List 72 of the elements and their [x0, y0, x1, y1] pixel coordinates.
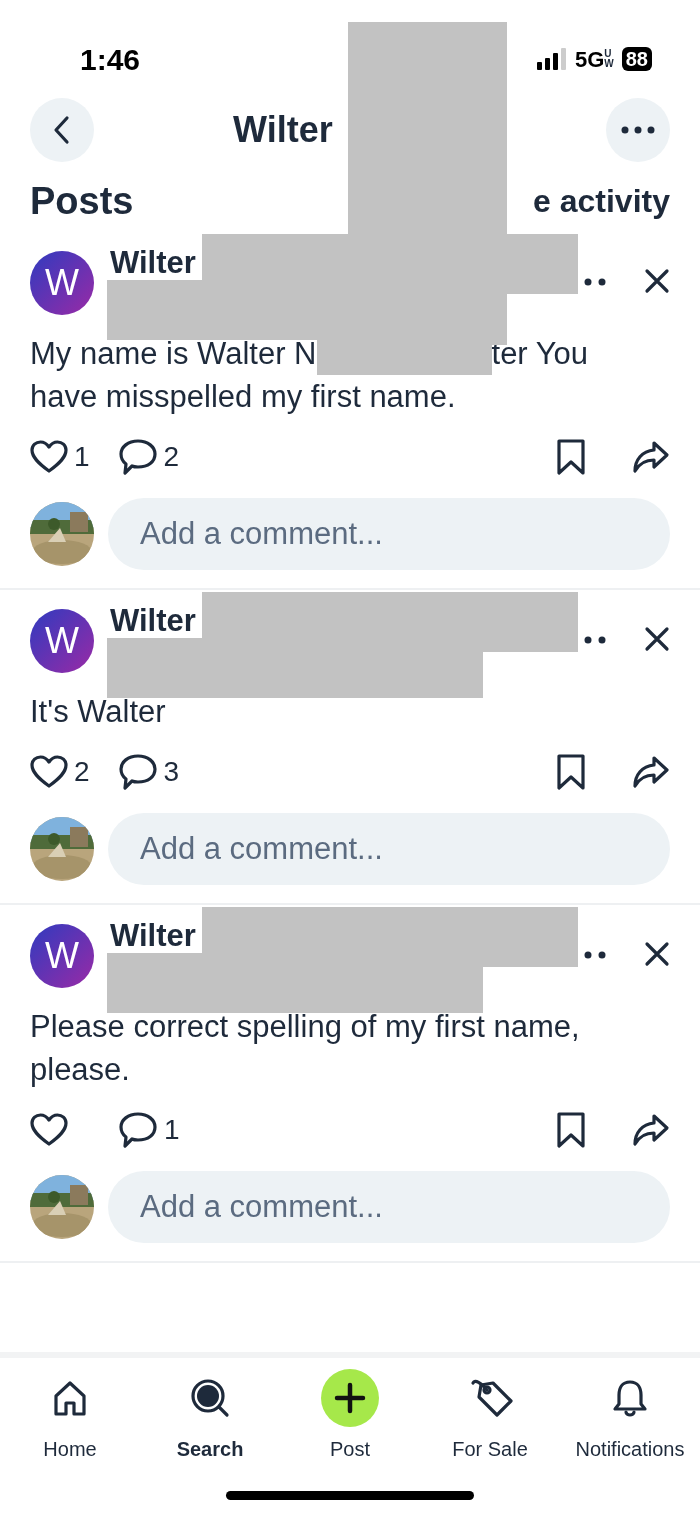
more-button[interactable] [584, 278, 608, 286]
close-icon [644, 268, 670, 294]
avatar: W [30, 251, 94, 315]
plus-icon [321, 1369, 379, 1427]
more-button[interactable] [584, 636, 608, 644]
more-button[interactable] [584, 951, 608, 959]
heart-icon [30, 755, 68, 789]
share-icon [632, 1112, 670, 1148]
post-text: ter You [491, 335, 589, 373]
share-icon [632, 439, 670, 475]
comment-field[interactable]: Add a comment... [108, 1171, 670, 1243]
tab[interactable]: For Sale [420, 1358, 560, 1464]
section-link[interactable]: e activity [533, 177, 670, 225]
heart-icon [30, 1113, 68, 1147]
close-icon [644, 941, 670, 967]
bookmark-icon [556, 1111, 586, 1149]
like-count: 1 [74, 440, 90, 474]
comment-field[interactable]: Add a comment... [108, 498, 670, 570]
signal-icon [536, 48, 567, 70]
comment-button[interactable]: 3 [117, 751, 208, 793]
like-count: 2 [74, 755, 90, 789]
tab[interactable]: Post [280, 1358, 420, 1464]
network-sup: U [604, 49, 613, 59]
bookmark-button[interactable] [556, 1111, 586, 1149]
post-text: My name is Walter N [30, 335, 317, 373]
close-button[interactable] [644, 626, 670, 652]
share-button[interactable] [632, 754, 670, 790]
like-button[interactable]: 1 [30, 436, 118, 478]
more-icon [584, 951, 608, 959]
speech-bubble-icon [117, 438, 158, 476]
avatar: W [30, 924, 94, 988]
tab[interactable]: Home [0, 1358, 140, 1464]
like-button[interactable]: 2 [30, 751, 118, 793]
like-button[interactable] [30, 1113, 68, 1147]
network-sub: W [604, 59, 614, 69]
author-name[interactable]: Wilter [110, 919, 196, 954]
more-icon [584, 636, 608, 644]
share-button[interactable] [632, 1112, 670, 1148]
post-text: have misspelled my first name. [30, 378, 456, 416]
author-name[interactable]: Wilter [110, 246, 196, 281]
network-label: 5G [574, 45, 605, 74]
search-icon [189, 1377, 231, 1419]
bookmark-button[interactable] [556, 753, 586, 791]
comment-field[interactable]: Add a comment... [108, 813, 670, 885]
close-button[interactable] [644, 268, 670, 294]
clock-time: 1:46 [80, 41, 141, 78]
comment-button[interactable]: 1 [118, 1109, 208, 1151]
tab[interactable]: Notifications [560, 1358, 700, 1464]
comment-count: 1 [164, 1113, 180, 1147]
tab[interactable]: Search [140, 1358, 280, 1464]
comment-button[interactable]: 2 [117, 436, 208, 478]
page-title: Wilter [232, 108, 334, 152]
bookmark-button[interactable] [556, 438, 586, 476]
share-icon [632, 754, 670, 790]
speech-bubble-icon [117, 753, 158, 791]
section-title: Posts [30, 178, 134, 224]
close-icon [644, 626, 670, 652]
bookmark-icon [556, 438, 586, 476]
heart-icon [30, 440, 68, 474]
comment-count: 2 [163, 440, 180, 474]
post-text: Please correct spelling of my first name, please. [30, 1008, 581, 1089]
more-icon [621, 126, 655, 134]
more-icon [584, 278, 608, 286]
post-text: It's Walter [30, 693, 166, 731]
battery-level: 88 [621, 47, 652, 71]
speech-bubble-icon [118, 1111, 158, 1149]
share-button[interactable] [632, 439, 670, 475]
comment-count: 3 [163, 755, 180, 789]
author-name[interactable]: Wilter [110, 604, 196, 639]
bookmark-icon [556, 753, 586, 791]
avatar: W [30, 609, 94, 673]
close-button[interactable] [644, 941, 670, 967]
